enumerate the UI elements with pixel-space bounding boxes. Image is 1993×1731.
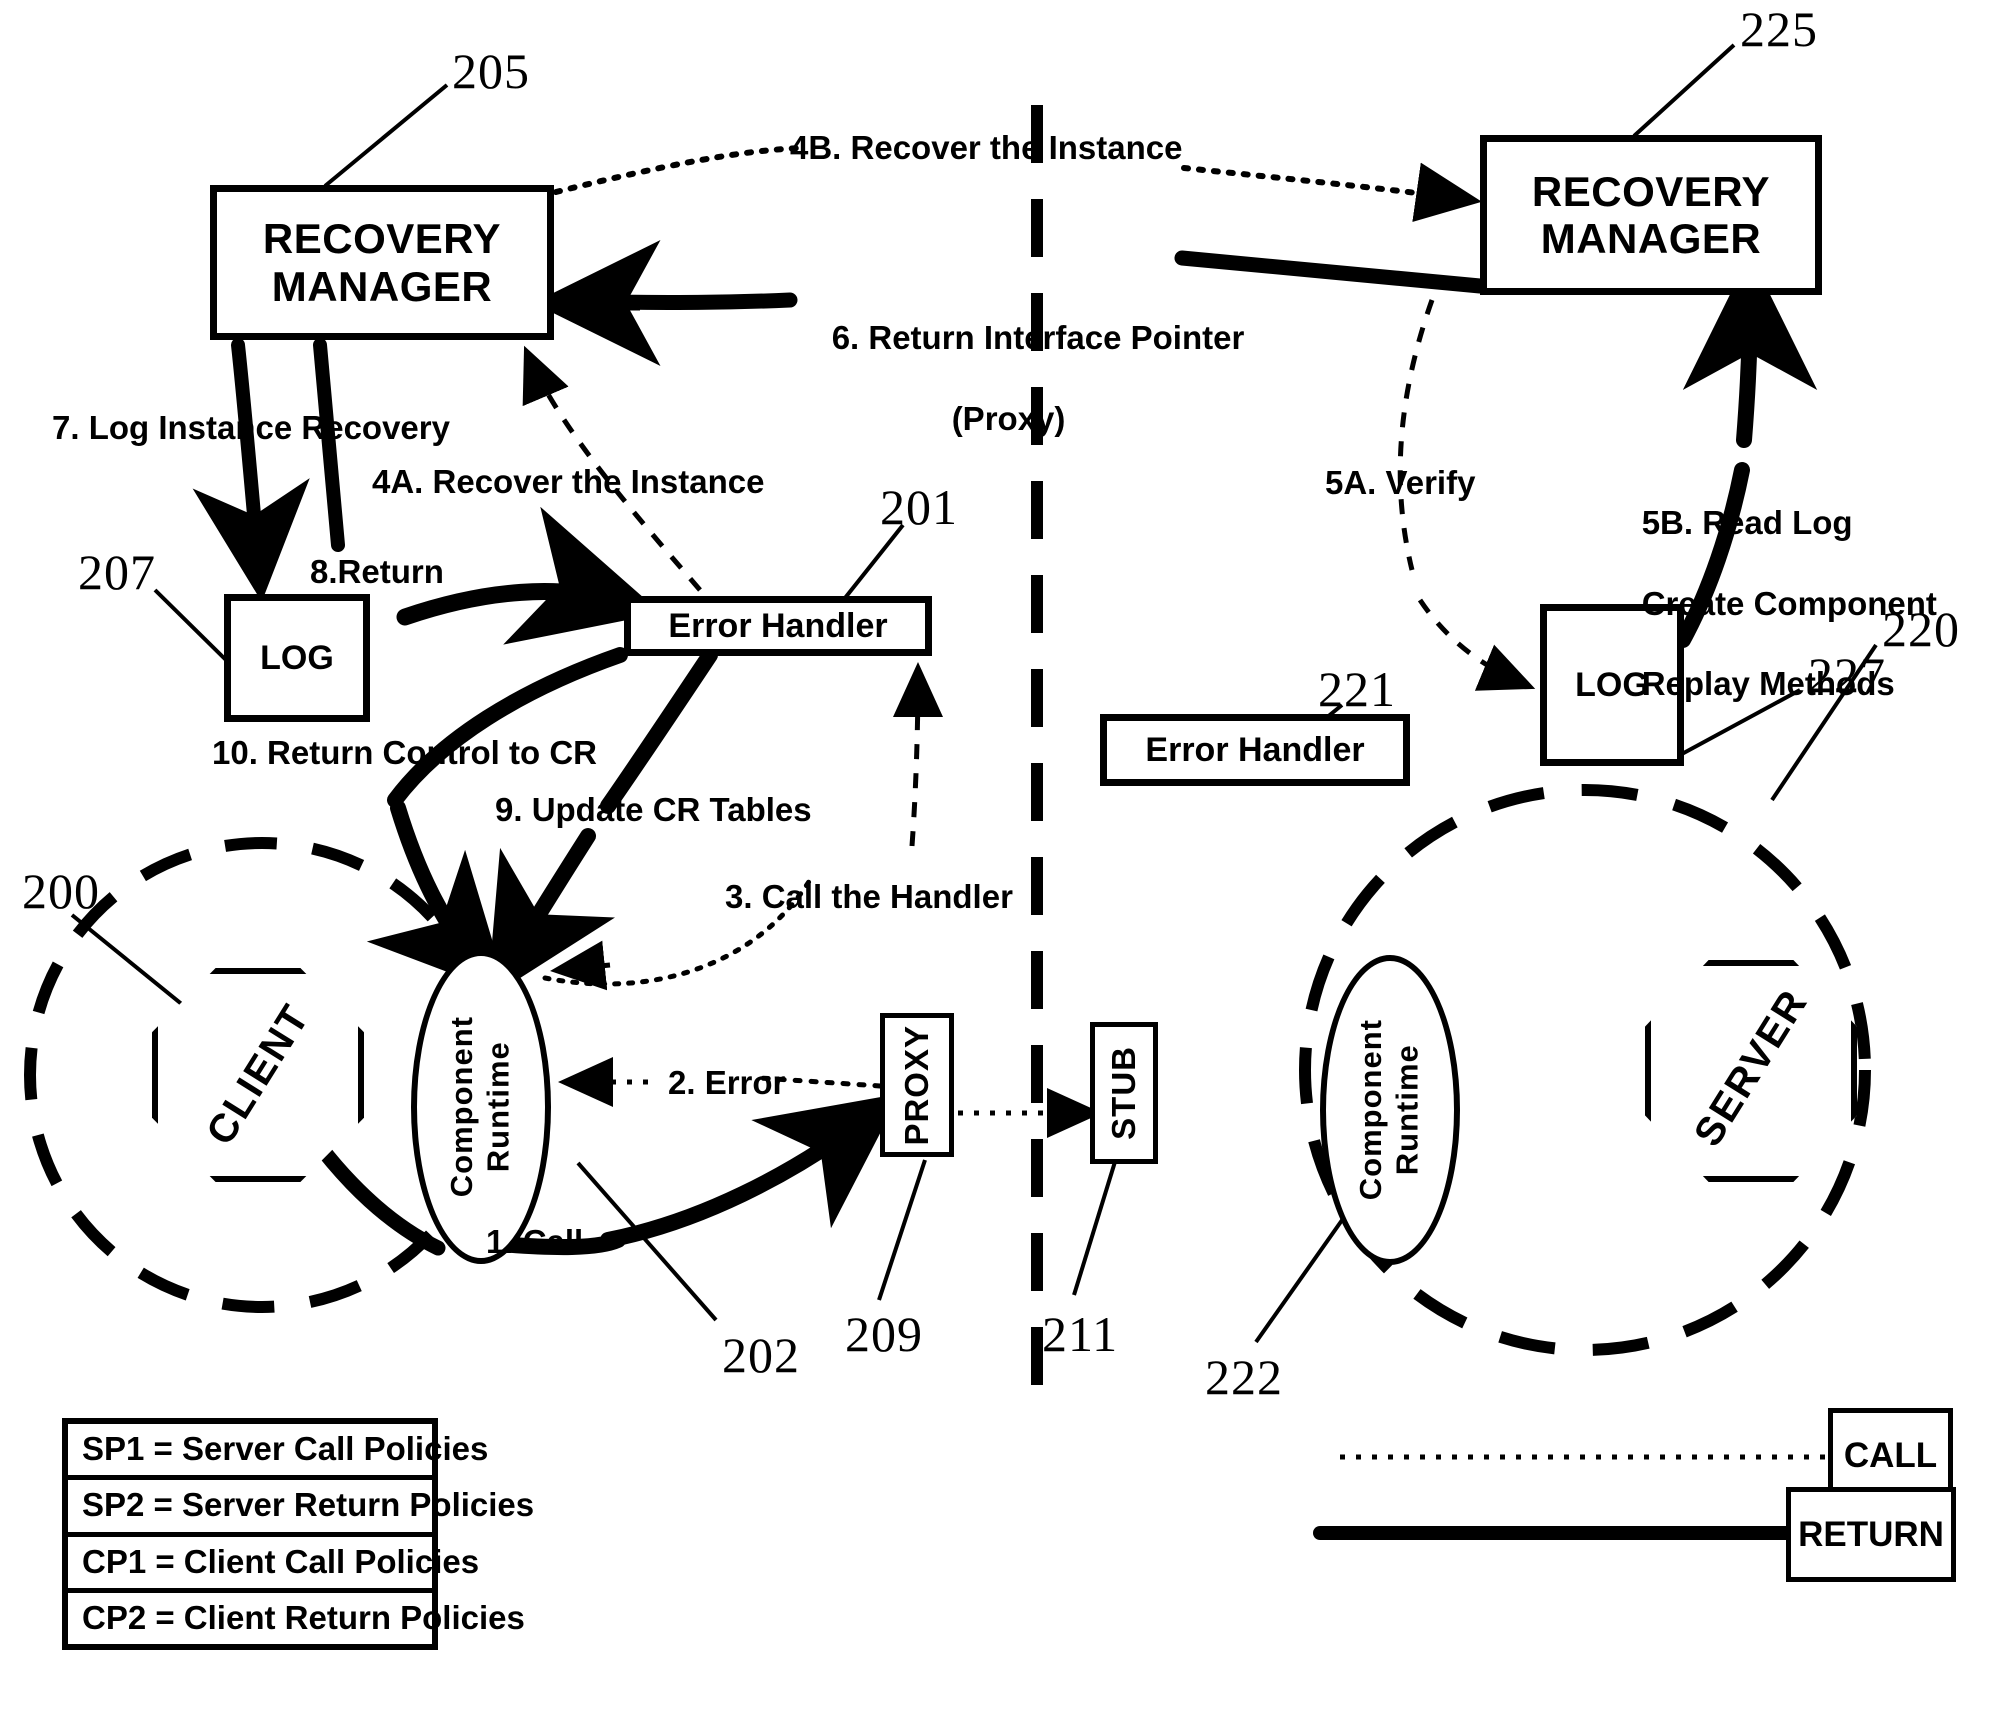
log-left-label: LOG: [260, 638, 334, 677]
arrow-9-b: [487, 828, 616, 1000]
legend-row-sp1: SP1 = Server Call Policies: [68, 1424, 488, 1481]
step-6-label: 6. Return Interface Pointer (Proxy): [795, 278, 1245, 479]
proxy-label: PROXY: [897, 1024, 935, 1146]
arrow-10-a: [387, 647, 628, 808]
arrow-8-to-eh: [396, 506, 662, 645]
error-handler-left[interactable]: Error Handler: [624, 596, 932, 656]
leader-225: [1632, 43, 1736, 138]
policy-legend-table: SP1 = Server Call Policies SP2 = Server …: [62, 1418, 534, 1650]
arrow-4b-b: [1181, 162, 1482, 223]
leader-207: [153, 588, 228, 662]
ref-202: 202: [722, 1327, 800, 1383]
component-runtime-right[interactable]: Component Runtime: [1320, 955, 1460, 1265]
step-10-label: 10. Return Control to CR: [212, 734, 597, 771]
proxy-box[interactable]: PROXY: [880, 1013, 954, 1157]
ref-227: 227: [1808, 647, 1886, 703]
error-handler-left-label: Error Handler: [668, 606, 888, 645]
step-2-label: 2. Error: [668, 1064, 786, 1101]
ref-207: 207: [78, 544, 156, 600]
key-return-box: RETURN: [1786, 1487, 1956, 1582]
recovery-manager-left[interactable]: RECOVERY MANAGER: [210, 185, 554, 340]
legend-row-cp2: CP2 = Client Return Policies: [82, 1598, 525, 1636]
ref-201: 201: [880, 479, 958, 535]
leader-211: [1072, 1151, 1120, 1296]
ref-220: 220: [1882, 601, 1960, 657]
arrow-5b-b: [1682, 254, 1818, 448]
stub-label: STUB: [1104, 1046, 1142, 1140]
patent-figure: RECOVERY MANAGER RECOVERY MANAGER LOG LO…: [0, 0, 1993, 1731]
leader-209: [877, 1159, 927, 1301]
step-3-label: 3. Call the Handler: [725, 878, 1013, 915]
step-5a-label: 5A. Verify: [1325, 464, 1476, 501]
ref-222: 222: [1205, 1349, 1283, 1405]
step-4a-label: 4A. Recover the Instance: [372, 463, 765, 500]
step-5b-line1: 5B. Read Log: [1641, 504, 1853, 542]
arrow-1-b: [600, 1093, 901, 1248]
ref-211: 211: [1042, 1306, 1119, 1362]
ref-209: 209: [845, 1306, 923, 1362]
arrow-5a: [1397, 299, 1435, 571]
key-return-label: RETURN: [1798, 1514, 1944, 1554]
log-box-left[interactable]: LOG: [224, 594, 370, 722]
arrow-3-b: [892, 662, 943, 847]
leader-222: [1254, 1204, 1354, 1344]
ref-200: 200: [22, 863, 100, 919]
arrow-4b: [553, 145, 803, 195]
legend-row-cp1: CP1 = Client Call Policies: [68, 1537, 479, 1593]
component-runtime-left[interactable]: Component Runtime: [411, 950, 551, 1264]
component-runtime-left-label: Component Runtime: [444, 1016, 516, 1198]
key-call-label: CALL: [1843, 1435, 1938, 1475]
error-handler-right-label: Error Handler: [1145, 730, 1365, 769]
leader-205: [323, 83, 449, 188]
recovery-manager-right[interactable]: RECOVERY MANAGER: [1480, 135, 1822, 295]
ref-225: 225: [1740, 1, 1818, 57]
step-4b-label: 4B. Recover the Instance: [790, 129, 1183, 166]
step-1-label: 1. Call: [486, 1223, 584, 1260]
arrow-7: [192, 338, 310, 602]
ref-221: 221: [1318, 661, 1396, 717]
arrow-5a-b: [1417, 598, 1536, 691]
ref-205: 205: [452, 43, 530, 99]
recovery-manager-left-label: RECOVERY MANAGER: [262, 215, 502, 310]
arrow-10-b: [366, 800, 509, 996]
stub-box[interactable]: STUB: [1090, 1022, 1158, 1164]
legend-row-sp2: SP2 = Server Return Policies: [68, 1480, 534, 1537]
step-7-label: 7. Log Instance Recovery: [52, 409, 450, 446]
arrow-9-a: [600, 647, 718, 814]
arrow-3-head: [550, 940, 611, 991]
step-9-label: 9. Update CR Tables: [495, 791, 812, 828]
step-8-label: 8.Return: [310, 553, 444, 590]
step-6-line1: 6. Return Interface Pointer: [831, 319, 1245, 357]
step-6-line2: (Proxy): [951, 399, 1066, 437]
component-runtime-right-label: Component Runtime: [1353, 1019, 1425, 1201]
recovery-manager-right-label: RECOVERY MANAGER: [1531, 167, 1771, 262]
error-handler-right[interactable]: Error Handler: [1100, 714, 1410, 786]
